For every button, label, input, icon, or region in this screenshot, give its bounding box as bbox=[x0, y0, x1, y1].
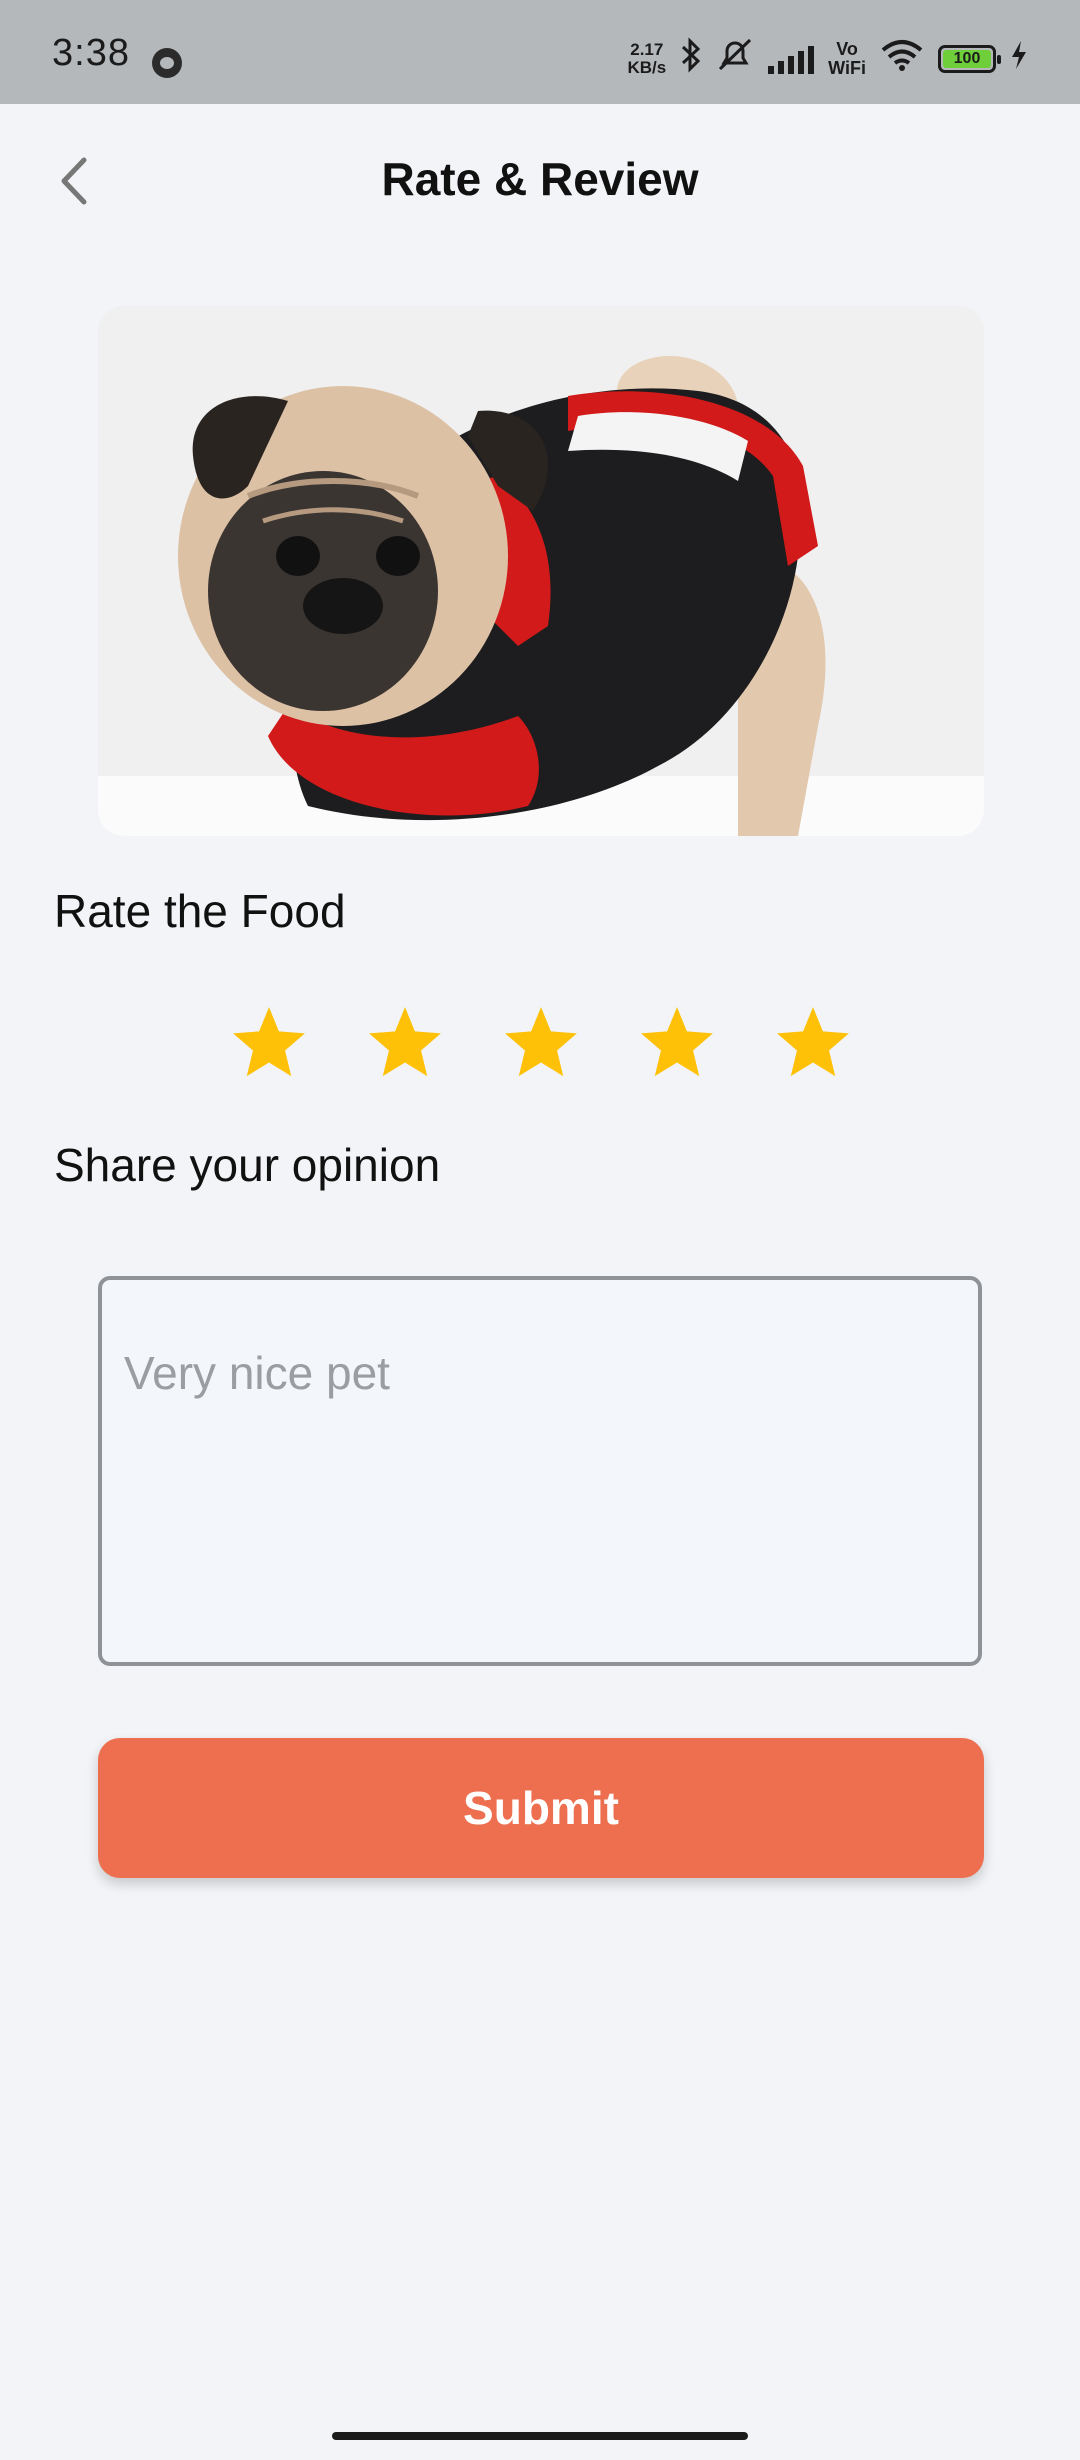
home-indicator[interactable] bbox=[332, 2432, 748, 2440]
submit-button[interactable]: Submit bbox=[98, 1738, 984, 1878]
status-time: 3:38 bbox=[52, 32, 130, 74]
review-text: Very nice pet bbox=[124, 1347, 390, 1399]
star-5-icon[interactable] bbox=[772, 1002, 854, 1084]
pug-photo bbox=[98, 306, 984, 836]
bluetooth-icon bbox=[680, 37, 702, 81]
signal-icon bbox=[768, 44, 815, 74]
star-2-icon[interactable] bbox=[364, 1002, 446, 1084]
star-3-icon[interactable] bbox=[500, 1002, 582, 1084]
rating-label: Rate the Food bbox=[54, 885, 346, 937]
vowifi-indicator: Vo WiFi bbox=[828, 39, 866, 78]
status-icons: 2.17 KB/s Vo WiFi 100 bbox=[627, 36, 1028, 82]
star-4-icon[interactable] bbox=[636, 1002, 718, 1084]
star-rating[interactable] bbox=[228, 1002, 854, 1084]
review-label: Share your opinion bbox=[54, 1139, 441, 1191]
charging-icon bbox=[1010, 40, 1028, 78]
status-bar: 3:38 2.17 KB/s Vo WiFi 100 bbox=[0, 0, 1080, 104]
star-1-icon[interactable] bbox=[228, 1002, 310, 1084]
face-icon bbox=[152, 48, 182, 78]
wifi-icon bbox=[880, 38, 924, 80]
page-title: Rate & Review bbox=[381, 153, 699, 205]
battery-icon: 100 bbox=[938, 45, 1001, 73]
network-speed: 2.17 KB/s bbox=[627, 40, 667, 77]
mute-icon bbox=[716, 37, 754, 81]
review-textarea[interactable]: Very nice pet bbox=[98, 1276, 982, 1666]
